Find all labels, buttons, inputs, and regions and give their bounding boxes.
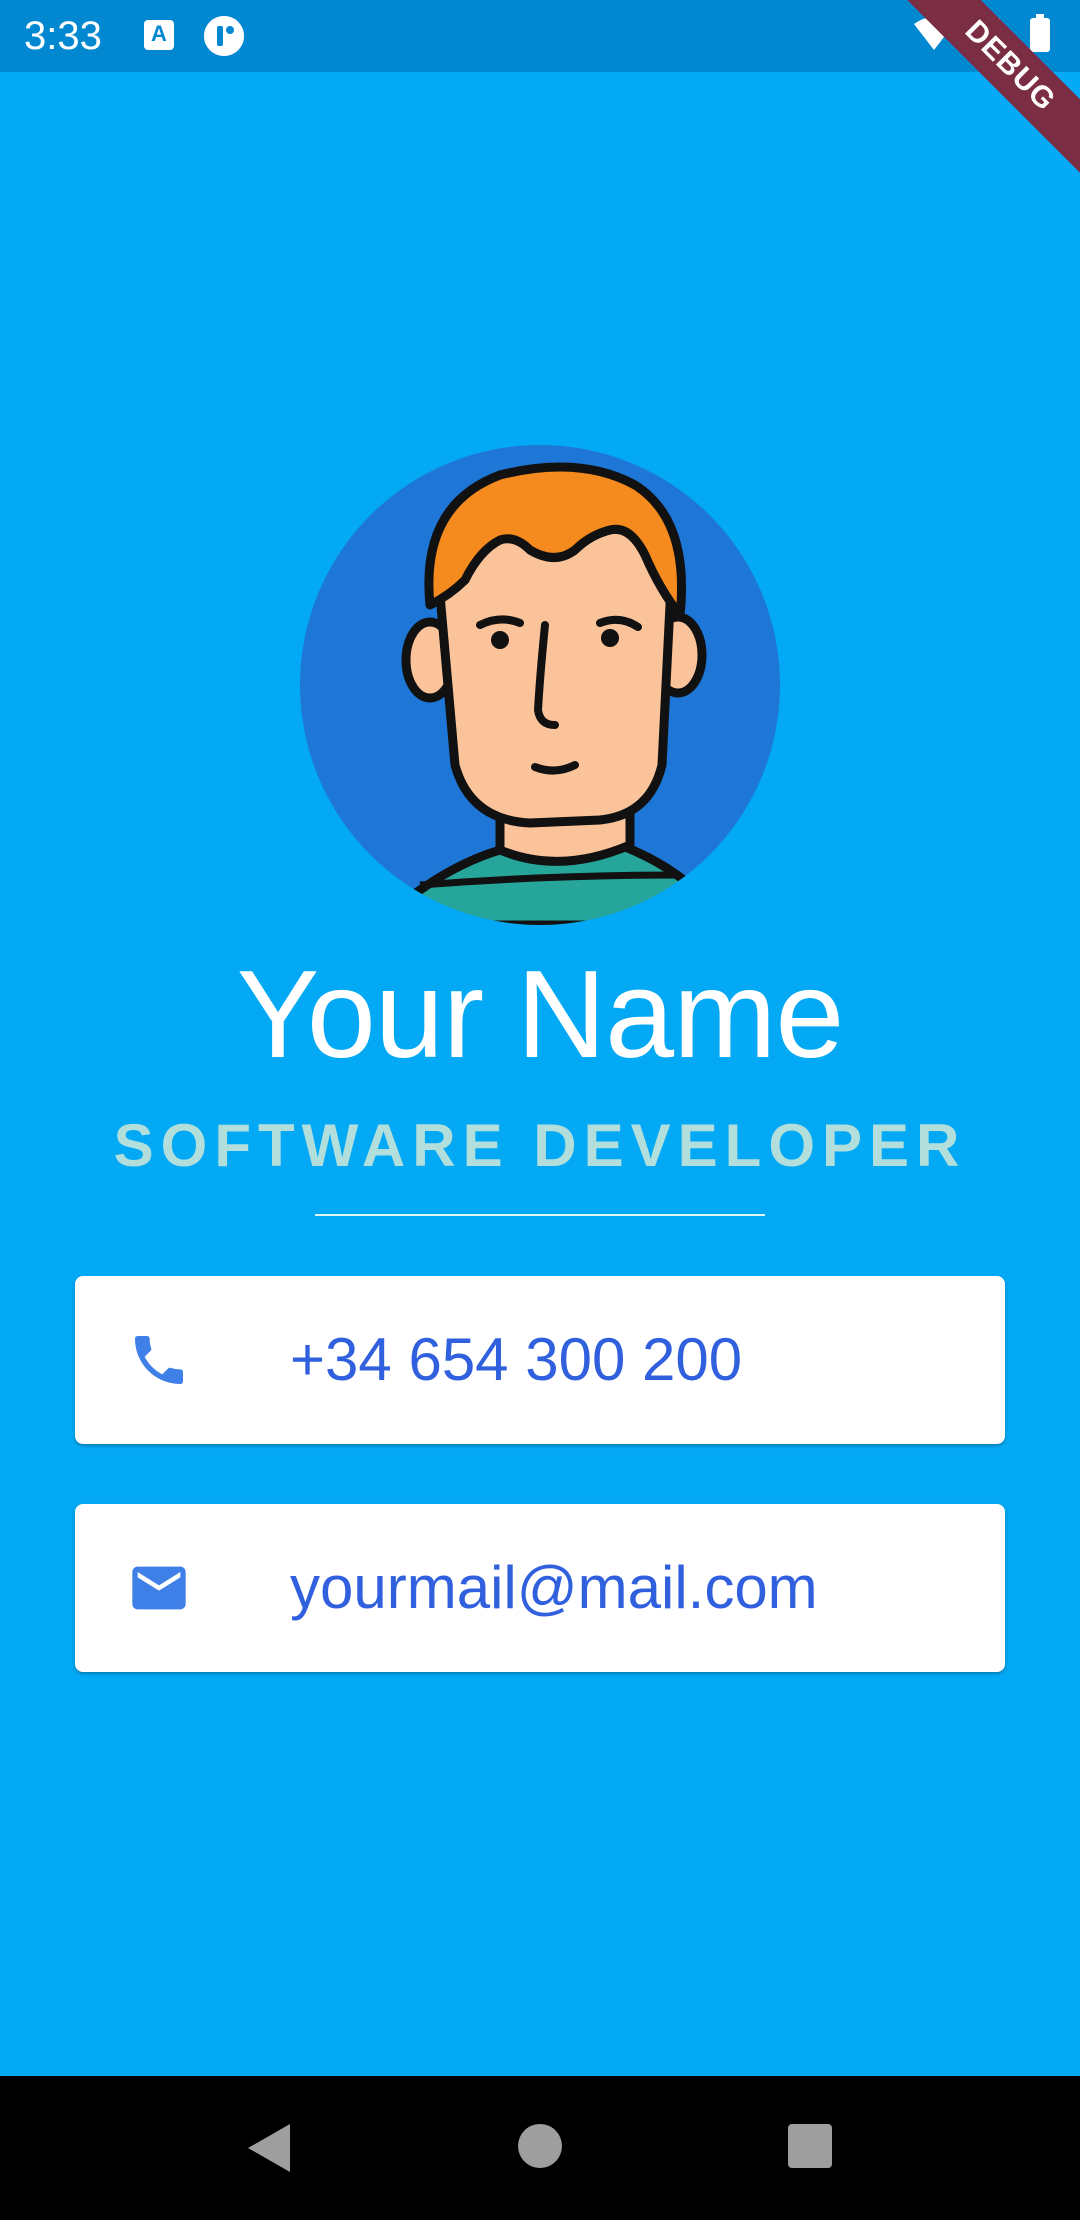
email-address: yourmail@mail.com <box>290 1554 818 1621</box>
phone-card[interactable]: +34 654 300 200 <box>75 1276 1005 1444</box>
profile-title: SOFTWARE DEVELOPER <box>113 1112 967 1179</box>
back-icon[interactable] <box>244 2120 294 2176</box>
recents-icon[interactable] <box>788 2124 832 2168</box>
a-icon: A <box>144 20 174 50</box>
home-icon[interactable] <box>518 2124 562 2168</box>
status-time: 3:33 <box>24 14 102 58</box>
app-screen: 3:33 A DEBUG Your Name SOFTWARE DEVELOPE… <box>0 0 1080 2220</box>
divider <box>315 1214 765 1216</box>
phone-number: +34 654 300 200 <box>290 1326 743 1393</box>
battery-icon <box>1030 14 1050 52</box>
navigation-bar <box>0 2076 1080 2220</box>
profile-name: Your Name <box>236 946 845 1084</box>
email-card[interactable]: yourmail@mail.com <box>75 1504 1005 1672</box>
mail-icon <box>132 1566 186 1610</box>
avatar <box>300 445 780 925</box>
phone-icon <box>135 1336 183 1384</box>
avatar-illustration <box>385 462 707 925</box>
t-icon <box>204 16 244 56</box>
